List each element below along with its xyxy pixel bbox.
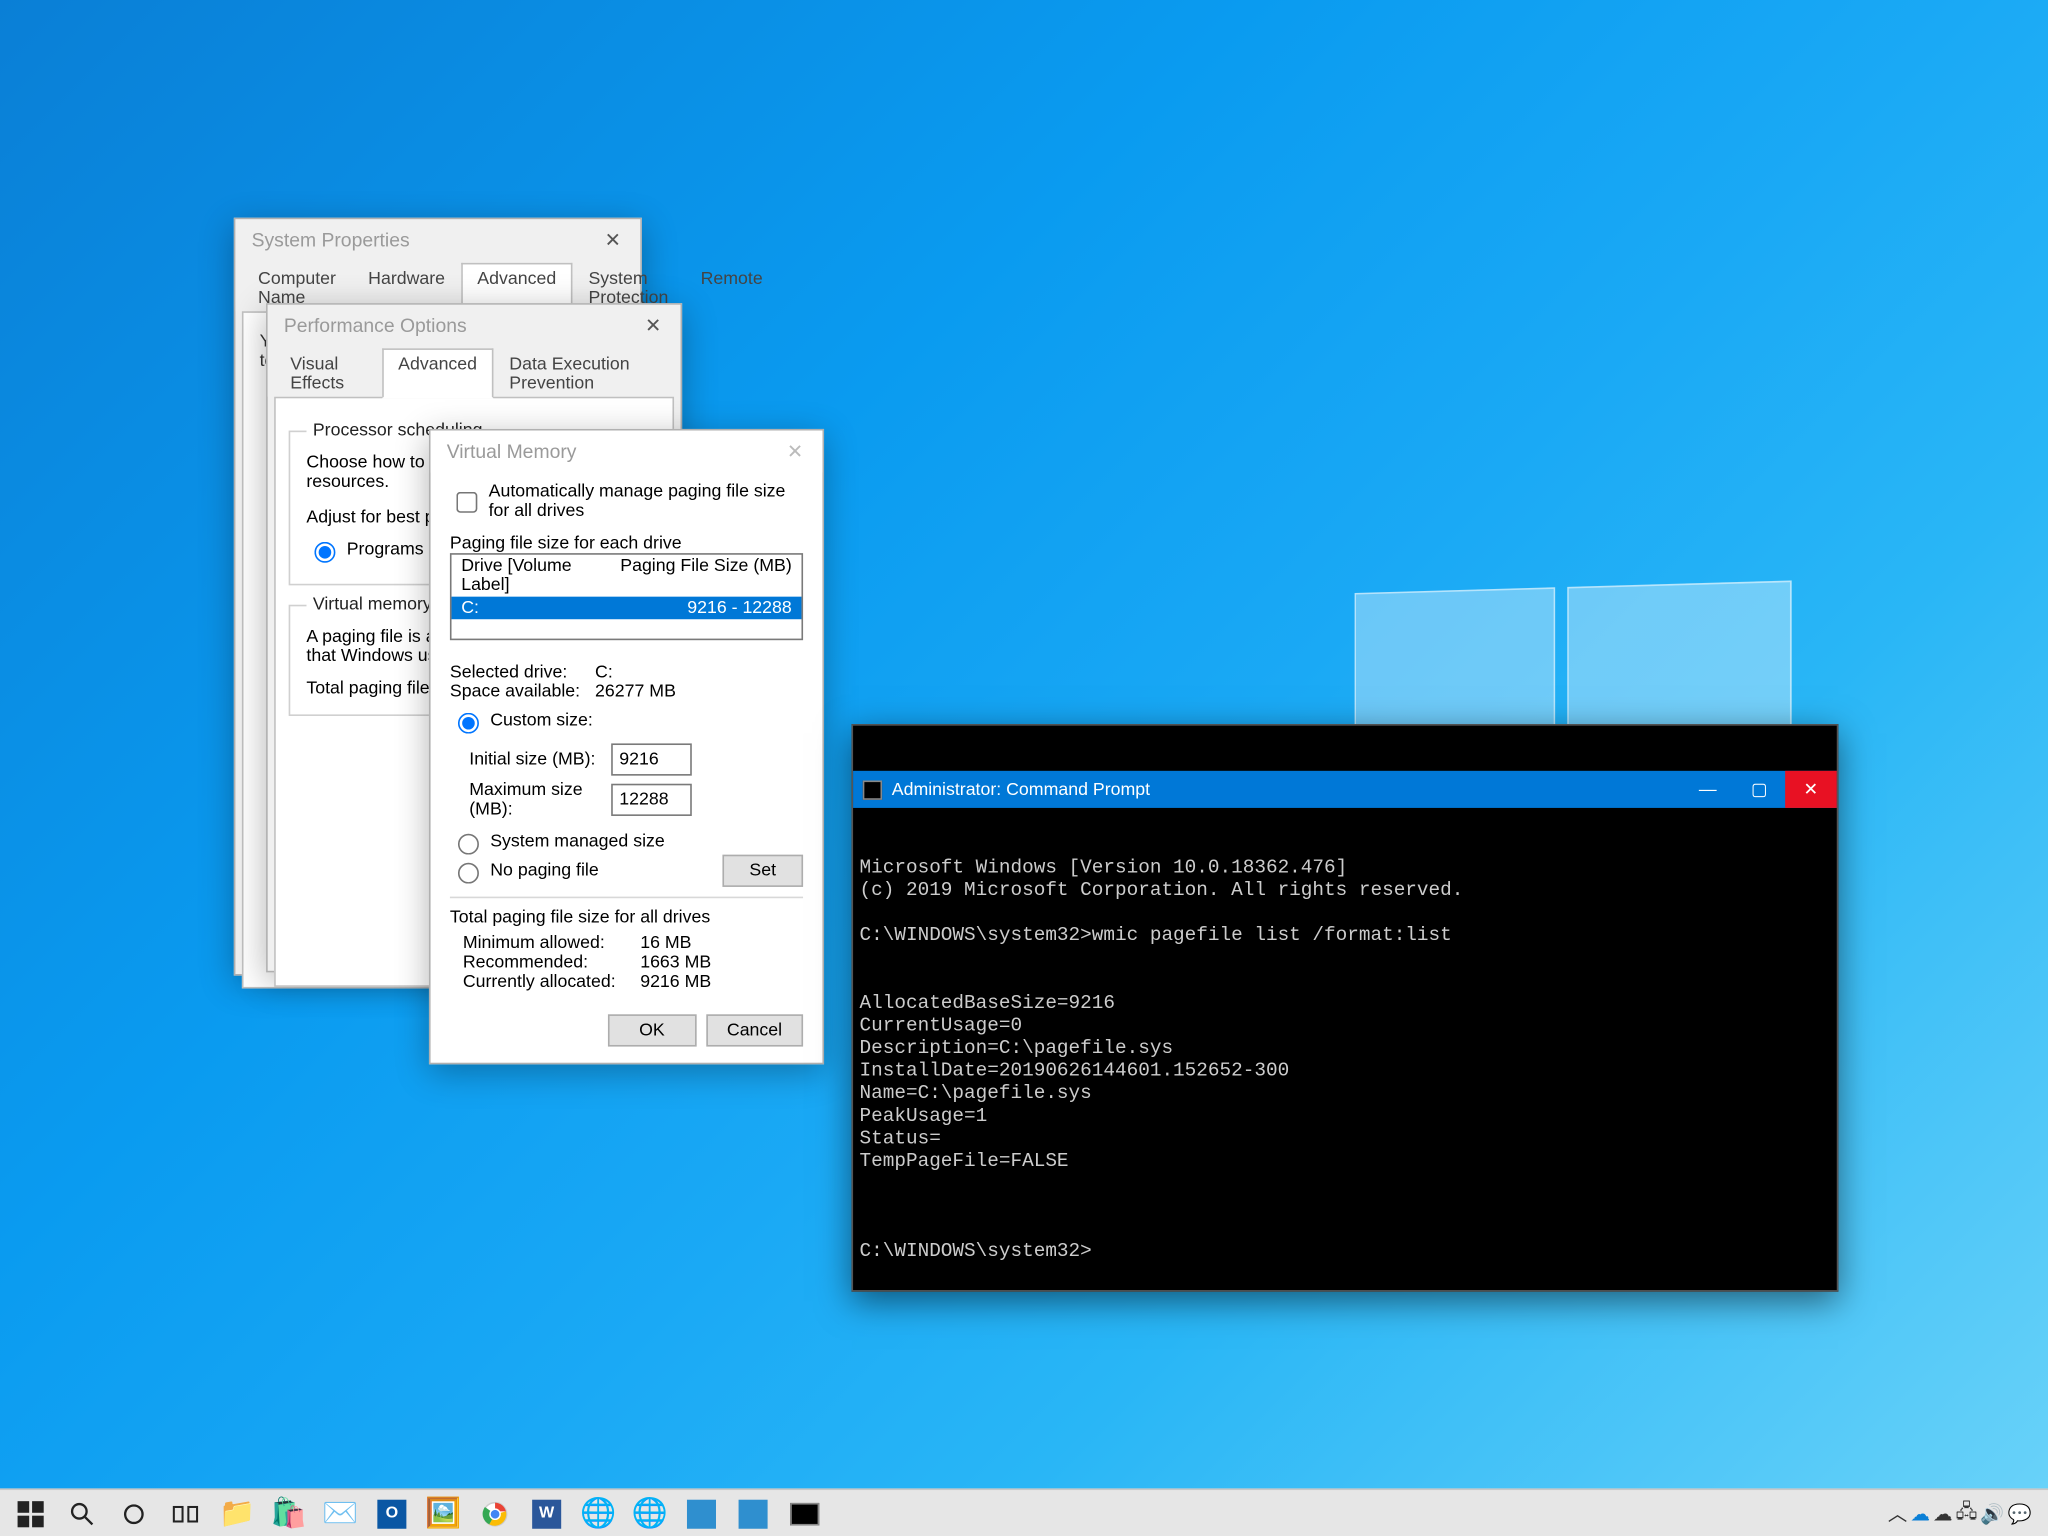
drive-row-c[interactable]: C: 9216 - 12288	[452, 597, 802, 620]
radio-programs-input[interactable]	[314, 542, 335, 563]
store-icon[interactable]: 🛍️	[264, 1489, 312, 1536]
set-button[interactable]: Set	[722, 855, 803, 887]
close-icon[interactable]: ✕	[585, 219, 640, 261]
selected-label: Selected drive:	[450, 663, 595, 682]
rec-value: 1663 MB	[640, 953, 711, 972]
vm-legend: Virtual memory	[306, 595, 438, 614]
taskbar: 📁 🛍️ ✉️ O 🖼️ W 🌐 🌐 ︿ ☁ ☁ 🖧 🔊 💬	[0, 1488, 2048, 1536]
virtual-memory-window: Virtual Memory ✕ Automatically manage pa…	[429, 429, 824, 1064]
volume-icon[interactable]: 🔊	[1980, 1502, 2004, 1525]
edge-icon[interactable]: 🌐	[626, 1489, 674, 1536]
command-prompt-window: Administrator: Command Prompt — ▢ ✕ Micr…	[851, 724, 1838, 1292]
min-label: Minimum allowed:	[463, 934, 640, 953]
tab-remote[interactable]: Remote	[684, 263, 778, 313]
edge-beta-icon[interactable]: 🌐	[574, 1489, 622, 1536]
radio-programs[interactable]: Programs	[306, 537, 423, 563]
rec-label: Recommended:	[463, 953, 640, 972]
space-label: Space available:	[450, 682, 595, 701]
tab-advanced[interactable]: Advanced	[382, 348, 493, 398]
tab-dep[interactable]: Data Execution Prevention	[493, 348, 674, 398]
radio-custom-input[interactable]	[458, 713, 479, 734]
tray-chevron-icon[interactable]: ︿	[1888, 1500, 1907, 1527]
close-icon[interactable]: ✕	[626, 305, 681, 347]
sysprops-title: System Properties	[252, 229, 410, 252]
max-size-input[interactable]	[611, 784, 692, 816]
radio-none-input[interactable]	[458, 863, 479, 884]
row-drive: C:	[461, 598, 687, 617]
totals-caption: Total paging file size for all drives	[450, 908, 803, 927]
cur-value: 9216 MB	[640, 972, 711, 991]
vmem-titlebar[interactable]: Virtual Memory ✕	[431, 431, 823, 473]
auto-manage-input[interactable]	[456, 491, 477, 512]
mail-icon[interactable]: ✉️	[316, 1489, 364, 1536]
list-caption: Paging file size for each drive	[450, 534, 803, 553]
radio-sysm-label: System managed size	[490, 832, 665, 851]
action-center-icon[interactable]: 💬	[2008, 1502, 2032, 1525]
cmd-title: Administrator: Command Prompt	[892, 780, 1150, 799]
cmd-taskbar-icon[interactable]	[780, 1489, 828, 1536]
cur-label: Currently allocated:	[463, 972, 640, 991]
cmd-output[interactable]: Microsoft Windows [Version 10.0.18362.47…	[853, 853, 1837, 1266]
max-label: Maximum size (MB):	[469, 780, 611, 819]
row-size: 9216 - 12288	[687, 598, 792, 617]
cortana-icon[interactable]	[110, 1489, 158, 1536]
auto-manage-label: Automatically manage paging file size fo…	[489, 482, 803, 521]
initial-label: Initial size (MB):	[469, 750, 611, 769]
close-icon[interactable]: ✕	[768, 431, 823, 473]
close-icon[interactable]: ✕	[1785, 771, 1837, 808]
initial-size-input[interactable]	[611, 743, 692, 775]
weather-icon[interactable]: ☁	[1933, 1502, 1952, 1525]
auto-manage-checkbox[interactable]: Automatically manage paging file size fo…	[450, 482, 803, 521]
tab-visual-effects[interactable]: Visual Effects	[274, 348, 382, 398]
radio-none-label: No paging file	[490, 861, 598, 880]
chrome-icon[interactable]	[471, 1489, 519, 1536]
selected-value: C:	[595, 663, 613, 682]
drive-list[interactable]: Drive [Volume Label] Paging File Size (M…	[450, 553, 803, 640]
radio-programs-label: Programs	[347, 540, 424, 559]
radio-sysm-input[interactable]	[458, 834, 479, 855]
perfopts-title: Performance Options	[284, 314, 467, 337]
search-icon[interactable]	[58, 1489, 106, 1536]
outlook-icon[interactable]: O	[368, 1489, 416, 1536]
perfopts-titlebar[interactable]: Performance Options ✕	[268, 305, 681, 347]
radio-custom[interactable]: Custom size:	[450, 708, 593, 734]
col-size: Paging File Size (MB)	[620, 556, 792, 595]
radio-system-managed[interactable]: System managed size	[450, 829, 803, 855]
radio-custom-label: Custom size:	[490, 711, 593, 730]
cmd-titlebar[interactable]: Administrator: Command Prompt — ▢ ✕	[853, 771, 1837, 808]
col-drive: Drive [Volume Label]	[461, 556, 620, 595]
radio-no-paging[interactable]: No paging file	[450, 858, 599, 884]
sysprops-titlebar[interactable]: System Properties ✕	[235, 219, 640, 261]
maximize-icon[interactable]: ▢	[1734, 771, 1786, 808]
onedrive-icon[interactable]: ☁	[1910, 1502, 1929, 1525]
file-explorer-icon[interactable]: 📁	[213, 1489, 261, 1536]
minimize-icon[interactable]: —	[1682, 771, 1734, 808]
task-view-icon[interactable]	[161, 1489, 209, 1536]
min-value: 16 MB	[640, 934, 691, 953]
cmd-icon	[863, 780, 882, 799]
ok-button[interactable]: OK	[608, 1014, 697, 1046]
start-button[interactable]	[6, 1489, 54, 1536]
vmem-title: Virtual Memory	[447, 440, 577, 463]
photos-icon[interactable]: 🖼️	[419, 1489, 467, 1536]
app2-icon[interactable]	[729, 1489, 777, 1536]
word-icon[interactable]: W	[522, 1489, 570, 1536]
network-icon[interactable]: 🖧	[1956, 1496, 1978, 1530]
cancel-button[interactable]: Cancel	[706, 1014, 803, 1046]
perfopts-tabs: Visual Effects Advanced Data Execution P…	[268, 347, 681, 397]
space-value: 26277 MB	[595, 682, 676, 701]
app-icon[interactable]	[677, 1489, 725, 1536]
